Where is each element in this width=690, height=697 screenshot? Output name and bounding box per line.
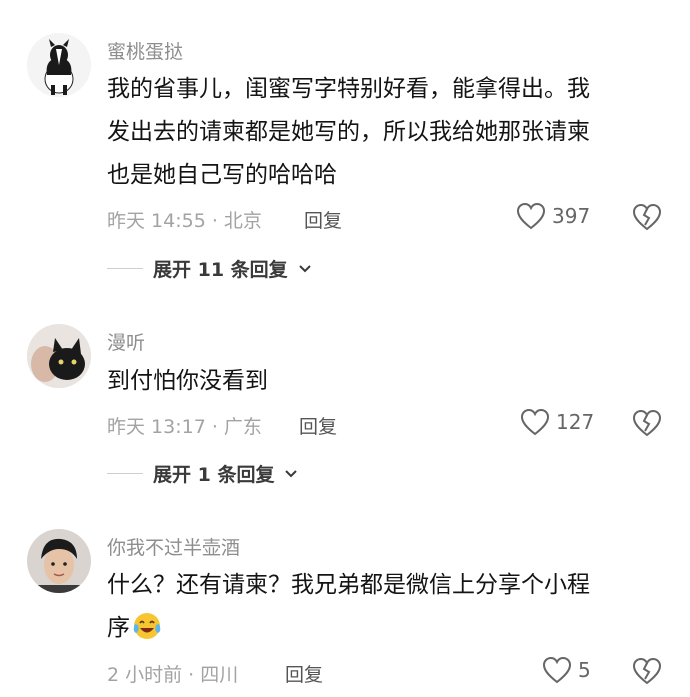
divider-line — [107, 473, 143, 474]
broken-heart-icon — [632, 203, 662, 231]
like-count: 397 — [552, 204, 591, 228]
reply-button[interactable]: 回复 — [285, 660, 323, 687]
dislike-button[interactable] — [632, 409, 662, 441]
comment-meta: 2 小时前 · 四川 — [107, 664, 239, 686]
comment-text: 我的省事儿，闺蜜写字特别好看，能拿得出。我 发出去的请柬都是她写的，所以我给她那… — [107, 76, 590, 188]
crying-laughing-emoji-icon — [133, 613, 161, 639]
reply-button[interactable]: 回复 — [304, 206, 342, 233]
expand-replies-label: 展开 1 条回复 — [153, 464, 275, 486]
dislike-button[interactable] — [632, 203, 662, 235]
avatar[interactable] — [27, 33, 91, 97]
comment-text: 到付怕你没看到 — [107, 368, 268, 394]
like-button[interactable]: 397 — [516, 202, 590, 230]
comment-meta: 昨天 13:17 · 广东 — [107, 416, 262, 438]
heart-icon — [542, 656, 572, 684]
dog-avatar-icon — [27, 33, 91, 97]
avatar[interactable] — [27, 529, 91, 593]
comment-text: 什么？还有请柬？我兄弟都是微信上分享个小程 序 — [107, 564, 667, 650]
username[interactable]: 漫听 — [107, 328, 145, 355]
comment-text-body: 什么？还有请柬？我兄弟都是微信上分享个小程 序 — [107, 572, 590, 641]
divider-line — [107, 268, 143, 269]
comment-meta: 昨天 14:55 · 北京 — [107, 210, 262, 232]
like-count: 127 — [556, 410, 595, 434]
person-avatar-icon — [27, 529, 91, 593]
avatar[interactable] — [27, 324, 91, 388]
username[interactable]: 你我不过半壶酒 — [107, 533, 240, 560]
username[interactable]: 蜜桃蛋挞 — [107, 37, 183, 64]
reply-button[interactable]: 回复 — [299, 412, 337, 439]
chevron-down-icon — [298, 264, 311, 272]
expand-replies-label: 展开 11 条回复 — [153, 259, 288, 281]
broken-heart-icon — [632, 657, 662, 685]
heart-icon — [516, 202, 546, 230]
broken-heart-icon — [632, 409, 662, 437]
expand-replies-button[interactable]: 展开 11 条回复 — [107, 255, 312, 282]
like-button[interactable]: 5 — [542, 656, 591, 684]
cat-avatar-icon — [27, 324, 91, 388]
like-count: 5 — [578, 658, 591, 682]
chevron-down-icon — [285, 469, 298, 477]
heart-icon — [520, 408, 550, 436]
expand-replies-button[interactable]: 展开 1 条回复 — [107, 460, 298, 487]
like-button[interactable]: 127 — [520, 408, 594, 436]
dislike-button[interactable] — [632, 657, 662, 689]
